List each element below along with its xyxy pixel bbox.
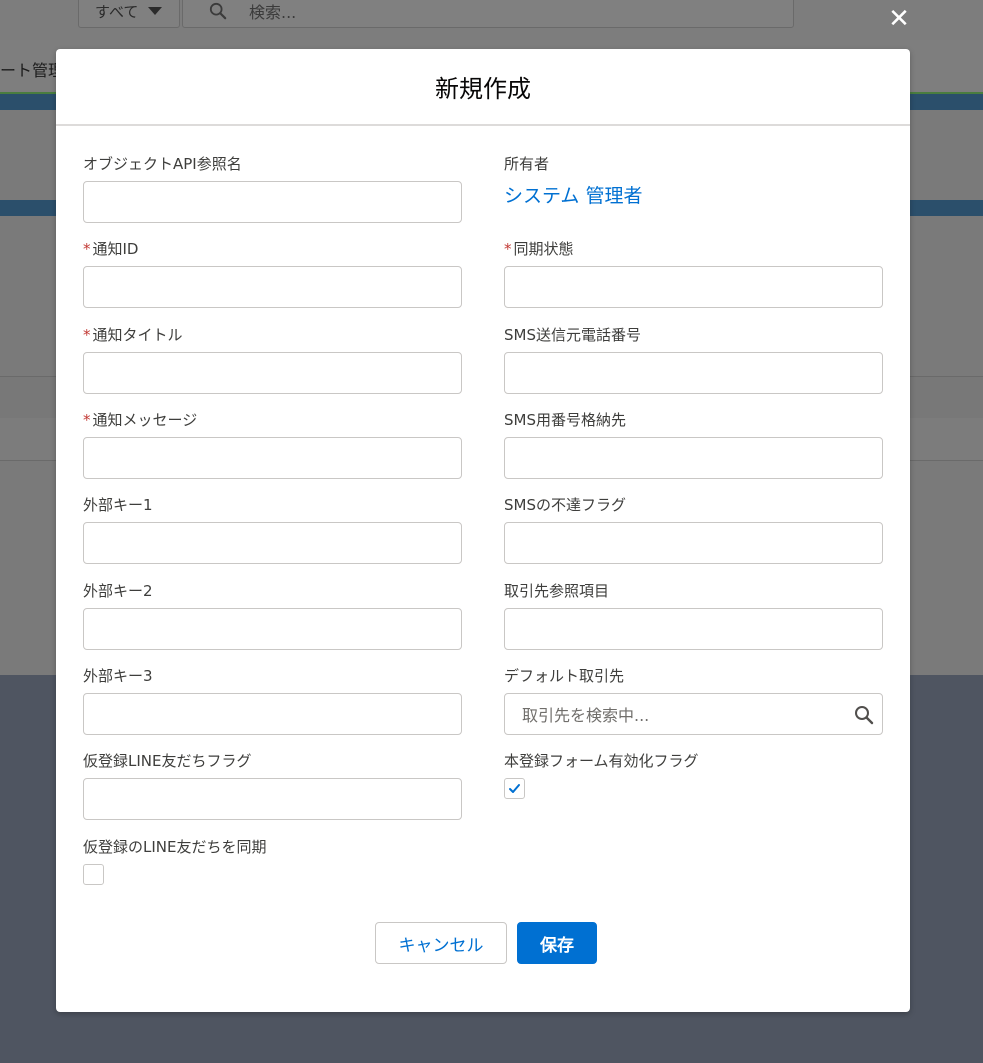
- external-key-3-input[interactable]: [83, 693, 462, 735]
- object-api-ref-input[interactable]: [83, 181, 462, 223]
- search-scope-label: すべて: [95, 2, 139, 21]
- field-label: 外部キー3: [83, 667, 153, 685]
- sync-provisional-line-checkbox[interactable]: [83, 864, 104, 885]
- field-label: 所有者: [504, 155, 550, 173]
- sms-sender-number-input[interactable]: [504, 352, 883, 394]
- account-ref-input[interactable]: [504, 608, 883, 650]
- field-label: * 通知ID: [83, 240, 139, 258]
- new-record-modal: 新規作成 オブジェクトAPI参照名 * 通知ID * 通知タイトル * 通知メッセージ…: [56, 49, 910, 1012]
- field-notification-title: * 通知タイトル: [83, 325, 462, 394]
- field-notification-id: * 通知ID: [83, 239, 462, 308]
- required-mark: *: [83, 326, 91, 344]
- sms-undelivered-flag-input[interactable]: [504, 522, 883, 564]
- field-owner: 所有者 システム 管理者: [504, 154, 883, 208]
- field-label: * 同期状態: [504, 240, 574, 258]
- field-object-api-ref: オブジェクトAPI参照名: [83, 154, 462, 223]
- field-label: * 通知メッセージ: [83, 411, 198, 429]
- field-external-key-1: 外部キー1: [83, 495, 462, 564]
- field-label: SMS送信元電話番号: [504, 326, 641, 344]
- field-label: 外部キー1: [83, 496, 153, 514]
- field-sms-sender-number: SMS送信元電話番号: [504, 325, 883, 394]
- field-label: 外部キー2: [83, 582, 153, 600]
- field-provisional-line-flag: 仮登録LINE友だちフラグ: [83, 751, 462, 820]
- field-label: SMSの不達フラグ: [504, 496, 626, 514]
- field-label: 取引先参照項目: [504, 582, 610, 600]
- required-mark: *: [504, 240, 512, 258]
- field-sync-status: * 同期状態: [504, 239, 883, 308]
- field-label: デフォルト取引先: [504, 667, 625, 685]
- chevron-down-icon: [148, 7, 163, 15]
- sync-status-input[interactable]: [504, 266, 883, 308]
- notification-id-input[interactable]: [83, 266, 462, 308]
- field-label: オブジェクトAPI参照名: [83, 155, 242, 173]
- field-notification-message: * 通知メッセージ: [83, 410, 462, 479]
- close-icon[interactable]: ✕: [886, 6, 912, 32]
- field-sync-provisional-line: 仮登録のLINE友だちを同期: [83, 837, 462, 885]
- field-form-enable-flag: 本登録フォーム有効化フラグ: [504, 751, 883, 799]
- field-label: 本登録フォーム有効化フラグ: [504, 752, 699, 770]
- field-default-account: デフォルト取引先 取引先を検索中...: [504, 666, 883, 735]
- default-account-lookup[interactable]: 取引先を検索中...: [504, 693, 883, 735]
- modal-footer: キャンセル 保存: [56, 922, 910, 964]
- field-account-ref: 取引先参照項目: [504, 581, 883, 650]
- provisional-line-flag-input[interactable]: [83, 778, 462, 820]
- lookup-placeholder: 取引先を検索中...: [522, 706, 650, 725]
- search-icon: [855, 706, 874, 725]
- external-key-2-input[interactable]: [83, 608, 462, 650]
- modal-header: 新規作成: [56, 49, 910, 126]
- field-label: SMS用番号格納先: [504, 411, 626, 429]
- search-scope-dropdown[interactable]: すべて: [78, 0, 180, 28]
- field-sms-number-destination: SMS用番号格納先: [504, 410, 883, 479]
- notification-message-input[interactable]: [83, 437, 462, 479]
- owner-link[interactable]: システム 管理者: [504, 181, 883, 208]
- notification-title-input[interactable]: [83, 352, 462, 394]
- search-icon: [209, 2, 227, 20]
- save-button[interactable]: 保存: [517, 922, 597, 964]
- field-label: 仮登録のLINE友だちを同期: [83, 838, 267, 856]
- external-key-1-input[interactable]: [83, 522, 462, 564]
- check-icon: [509, 784, 520, 793]
- field-label: * 通知タイトル: [83, 326, 183, 344]
- cancel-button[interactable]: キャンセル: [375, 922, 507, 964]
- required-mark: *: [83, 411, 91, 429]
- global-search-input[interactable]: 検索...: [182, 0, 794, 28]
- form-enable-flag-checkbox[interactable]: [504, 778, 525, 799]
- field-external-key-3: 外部キー3: [83, 666, 462, 735]
- modal-title: 新規作成: [435, 75, 531, 103]
- field-external-key-2: 外部キー2: [83, 581, 462, 650]
- nav-item-label[interactable]: ート管理: [0, 57, 64, 81]
- sms-number-destination-input[interactable]: [504, 437, 883, 479]
- global-search-placeholder: 検索...: [249, 3, 297, 22]
- field-sms-undelivered-flag: SMSの不達フラグ: [504, 495, 883, 564]
- field-label: 仮登録LINE友だちフラグ: [83, 752, 252, 770]
- required-mark: *: [83, 240, 91, 258]
